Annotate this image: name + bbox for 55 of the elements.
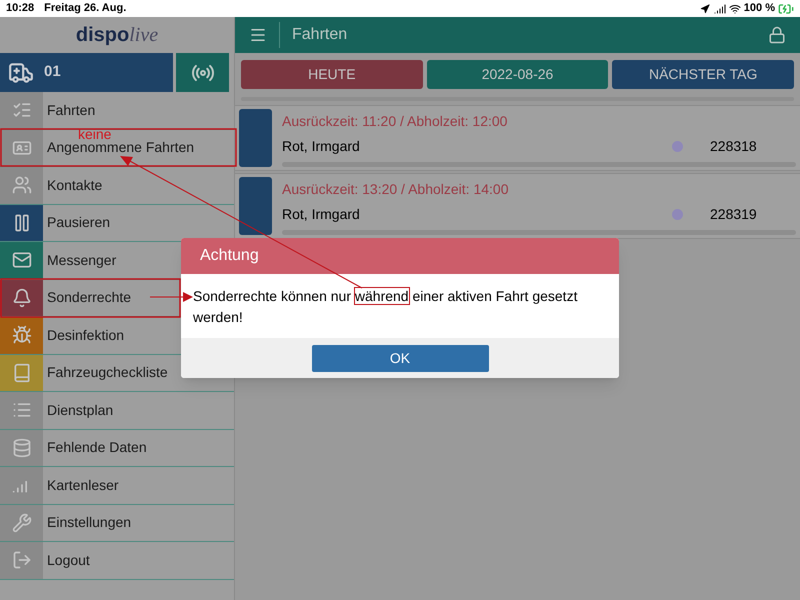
menu-item[interactable]: Kontakte xyxy=(0,167,234,204)
menu-item[interactable]: Logout xyxy=(0,542,234,580)
database-icon xyxy=(12,438,32,458)
location-icon xyxy=(700,4,710,14)
day-button[interactable]: NÄCHSTER TAG xyxy=(612,60,794,89)
menu-item[interactable]: Fehlende Daten xyxy=(0,430,234,467)
connection-tile[interactable] xyxy=(176,53,229,92)
menu-item-label: Messenger xyxy=(47,250,116,270)
status-time: 10:28 xyxy=(6,1,34,16)
menu-item-label: Fahrten xyxy=(47,100,96,120)
trip-times: Ausrückzeit: 11:20 / Abholzeit: 12:00 xyxy=(282,112,508,131)
book-icon xyxy=(12,362,32,383)
menu-item[interactable]: Einstellungen xyxy=(0,504,234,542)
logo: dispolive xyxy=(76,23,158,48)
annotation-arrow xyxy=(150,292,193,302)
menu-item-label: Angenommene Fahrten xyxy=(47,139,194,158)
menu-item-label: Desinfektion xyxy=(47,326,124,345)
trip-number: 228318 xyxy=(710,137,758,156)
trip-times: Ausrückzeit: 13:20 / Abholzeit: 14:00 xyxy=(282,180,510,199)
envelope-icon xyxy=(12,250,32,270)
menu-item[interactable]: Kartenleser xyxy=(0,467,234,504)
trip-color-block xyxy=(239,109,272,167)
ok-button[interactable]: OK xyxy=(312,344,488,372)
day-button[interactable]: HEUTE xyxy=(241,60,423,89)
wrench-icon xyxy=(12,512,32,533)
menu-item-label: Einstellungen xyxy=(47,513,132,532)
people-icon xyxy=(12,175,32,196)
menu-item-label: Fahrzeugcheckliste xyxy=(47,363,168,382)
lock-icon[interactable] xyxy=(768,26,786,44)
vehicle-bar[interactable]: 01 xyxy=(0,53,173,92)
wifi-icon xyxy=(728,2,741,14)
bug-icon xyxy=(12,325,32,346)
menu-item-label: Sonderrechte xyxy=(47,288,132,308)
trip-card[interactable]: Ausrückzeit: 13:20 / Abholzeit: 14:00 Rot, Irmgard 228319 xyxy=(235,173,800,239)
trip-number: 228319 xyxy=(710,205,758,224)
menu-item[interactable]: Dienstplan xyxy=(0,392,234,430)
menu-item-label: Dienstplan xyxy=(47,400,114,420)
menu-item-label: Logout xyxy=(47,550,90,570)
bell-icon xyxy=(12,288,32,308)
menu-item-label: Kontakte xyxy=(47,176,102,195)
trip-color-block xyxy=(239,177,272,235)
patient-name: Rot, Irmgard xyxy=(282,137,361,156)
header-title: Fahrten xyxy=(292,25,348,45)
menu-item-label: Fehlende Daten xyxy=(47,438,147,458)
menu-item[interactable]: Fahrten xyxy=(0,92,234,130)
logout-icon xyxy=(12,550,32,570)
day-button[interactable]: 2022-08-26 xyxy=(426,60,608,89)
patient-name: Rot, Irmgard xyxy=(282,205,361,224)
status-date: Freitag 26. Aug. xyxy=(44,1,126,16)
menu-item-label: Pausieren xyxy=(47,213,110,232)
menu-icon[interactable] xyxy=(249,26,267,44)
battery-percent: 100 % xyxy=(744,1,775,16)
menu-item-label: Kartenleser xyxy=(47,476,119,495)
trip-card[interactable]: Ausrückzeit: 11:20 / Abholzeit: 12:00 Rot, Irmgard 228318 xyxy=(235,105,800,171)
vehicle-number: 01 xyxy=(44,62,61,82)
